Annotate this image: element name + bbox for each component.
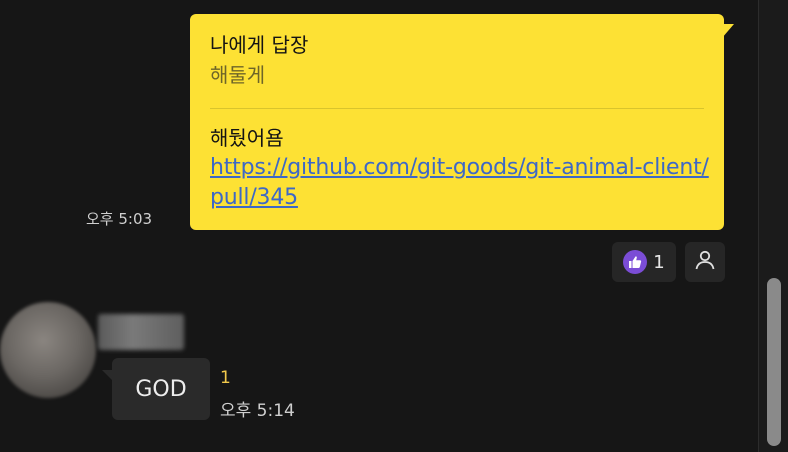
received-message-time: 오후 5:14 [220, 401, 295, 421]
reply-title: 나에게 답장 [210, 33, 309, 57]
reaction-count: 1 [653, 251, 665, 273]
scrollbar-thumb[interactable] [767, 278, 781, 446]
person-icon [693, 248, 717, 276]
reply-quoted-text[interactable]: 해둘게 [210, 60, 704, 90]
readers-button[interactable] [685, 242, 725, 282]
received-message-text: GOD [135, 376, 187, 402]
message-text: 해뒀어욤 [210, 126, 284, 150]
bubble-tail [102, 370, 114, 382]
message-link[interactable]: https://github.com/git-goods/git-animal-… [210, 153, 710, 213]
bubble-tail [722, 24, 734, 38]
sent-message-bubble[interactable]: 나에게 답장 해둘게 해뒀어욤 https://github.com/git-g… [190, 14, 734, 230]
thumbs-up-icon [623, 250, 648, 274]
sender-name-blurred [98, 314, 184, 350]
chat-area: 나에게 답장 해둘게 해뒀어욤 https://github.com/git-g… [0, 0, 758, 452]
received-message-bubble[interactable]: GOD [102, 358, 210, 420]
avatar[interactable] [0, 302, 96, 398]
scrollbar-track[interactable] [758, 0, 788, 452]
unread-count: 1 [220, 368, 231, 388]
thumbs-up-reaction-button[interactable]: 1 [612, 242, 676, 282]
sent-message-time: 오후 5:03 [86, 210, 153, 228]
reply-divider [210, 108, 704, 109]
